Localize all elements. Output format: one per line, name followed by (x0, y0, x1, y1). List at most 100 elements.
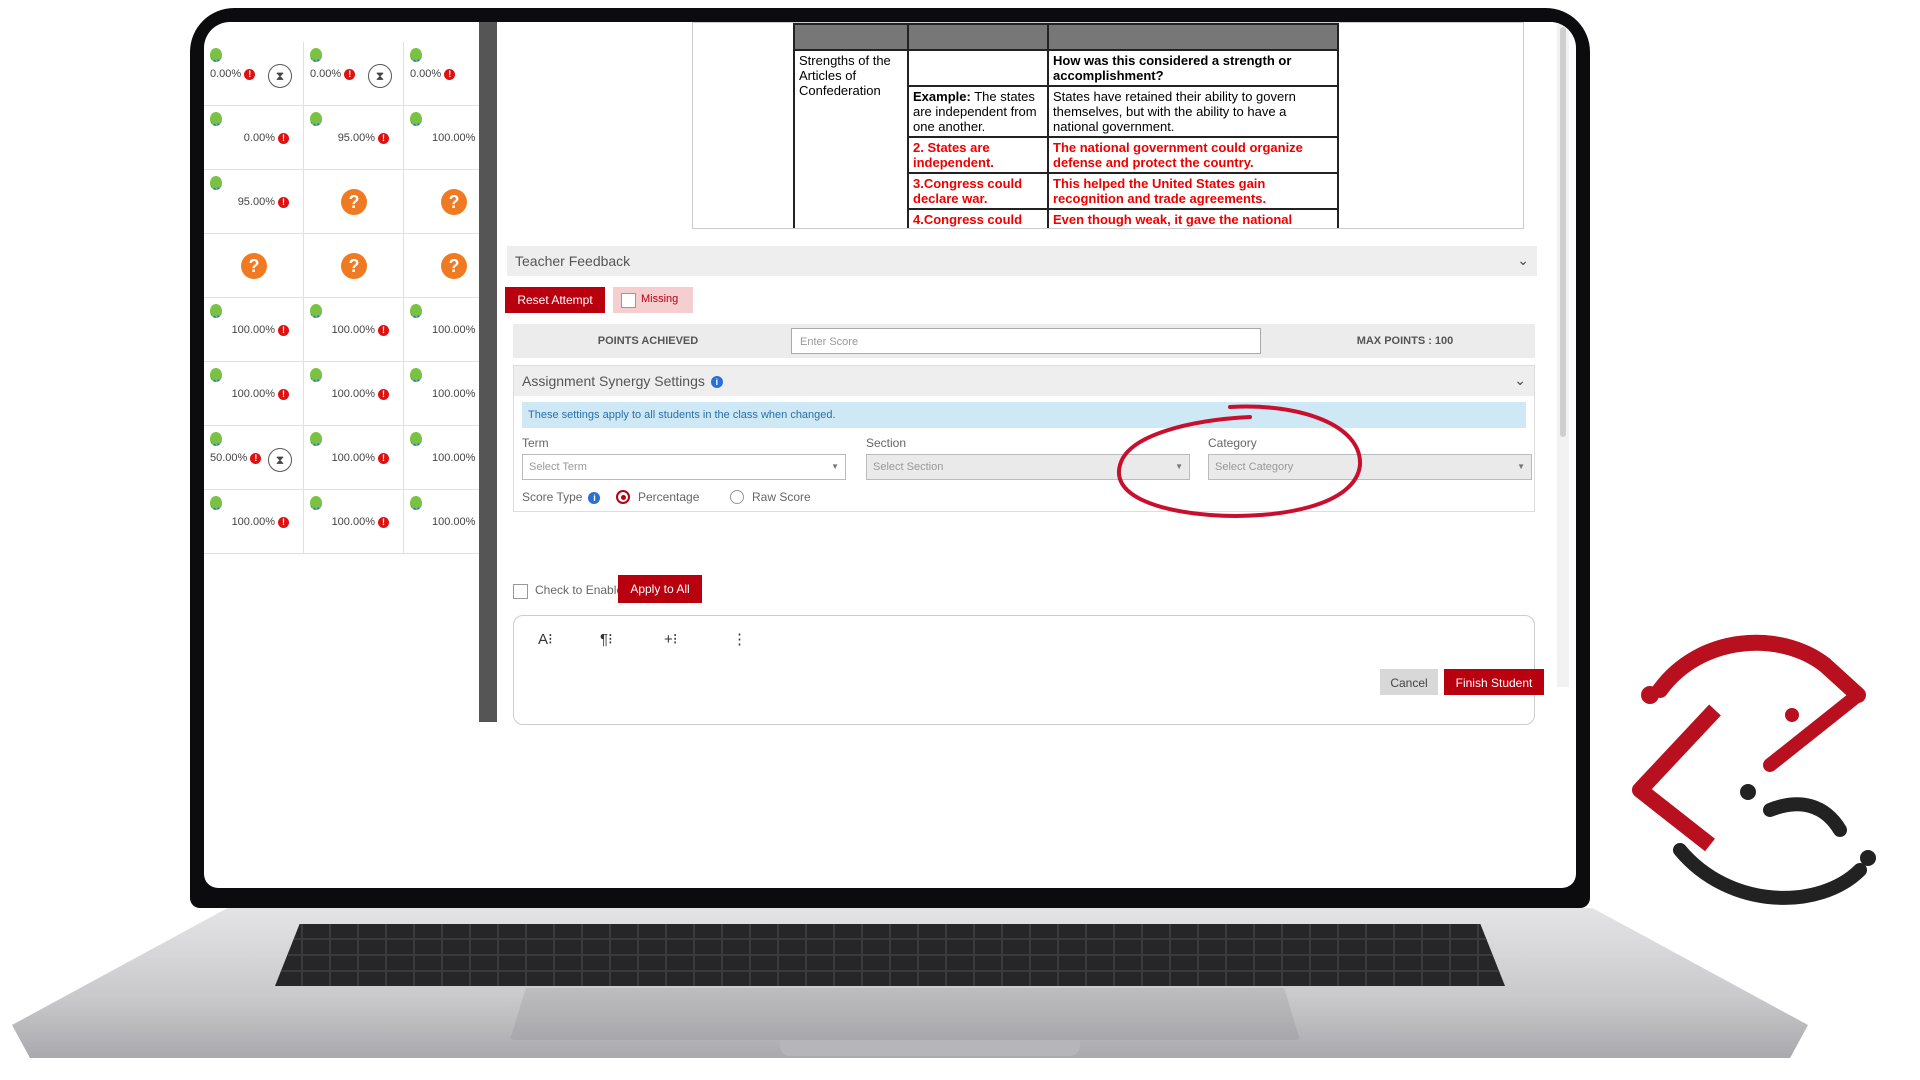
alert-icon: ! (378, 324, 389, 336)
status-check-icon (210, 304, 222, 318)
term-label: Term (522, 436, 549, 450)
status-check-icon (410, 304, 422, 318)
settings-note: These settings apply to all students in … (522, 402, 1526, 428)
laptop-keyboard (275, 924, 1505, 986)
info-icon[interactable]: i (710, 376, 723, 389)
status-check-icon (410, 112, 422, 126)
grid-cell[interactable]: 0.00%! ⧗ (304, 42, 404, 106)
example-prefix: Example: (913, 89, 971, 104)
grid-cell[interactable]: 95.00%! (204, 170, 304, 234)
status-check-icon (310, 496, 322, 510)
vertical-scrollbar[interactable] (1557, 22, 1569, 687)
term-select-value: Select Term (529, 461, 587, 473)
grading-panel: Strengths of the Articles of Confederati… (497, 22, 1557, 725)
reset-attempt-button[interactable]: Reset Attempt (505, 287, 605, 313)
status-check-icon (210, 368, 222, 382)
status-check-icon (410, 496, 422, 510)
grid-value: 100.00% (432, 324, 476, 336)
alert-icon: ! (378, 452, 389, 464)
grid-cell[interactable]: 50.00%! ⧗ (204, 426, 304, 490)
grid-value: 0.00% (310, 68, 342, 80)
raw-score-label: Raw Score (752, 490, 811, 504)
font-format-icon[interactable]: A⁝ (538, 630, 553, 648)
question-icon: ? (341, 189, 367, 215)
status-check-icon (210, 496, 222, 510)
alert-icon: ! (344, 68, 356, 80)
example-answer: States have retained their ability to go… (1047, 85, 1339, 138)
answer-2: The national government could organize d… (1047, 136, 1339, 174)
grid-cell[interactable]: ? (304, 170, 404, 234)
score-input[interactable]: Enter Score (791, 328, 1261, 354)
apply-to-all-button[interactable]: Apply to All (618, 575, 702, 603)
student-document: Strengths of the Articles of Confederati… (692, 22, 1524, 229)
scrollbar-thumb[interactable] (1560, 27, 1566, 437)
term-select[interactable]: Select Term ▼ (522, 454, 846, 480)
grid-cell[interactable]: 95.00%! (304, 106, 404, 170)
grid-value: 100.00% (231, 516, 275, 528)
strength-4: 4.Congress could make treaties with (907, 208, 1049, 228)
grid-value: 100.00% (331, 388, 375, 400)
alert-icon: ! (278, 324, 289, 336)
question-icon: ? (241, 253, 267, 279)
check-to-enable-label: Check to Enable (535, 583, 624, 597)
cancel-button[interactable]: Cancel (1380, 669, 1438, 695)
brand-logo (1632, 634, 1876, 905)
grid-cell[interactable]: 100.00%! (204, 362, 304, 426)
alert-icon: ! (444, 68, 456, 80)
score-type-label: Score Type (522, 490, 583, 504)
grid-cell[interactable]: 0.00%! (204, 106, 304, 170)
status-check-icon (310, 368, 322, 382)
grid-cell[interactable]: 100.00%! (204, 490, 304, 554)
percentage-radio[interactable] (616, 490, 630, 504)
more-options-icon[interactable]: ⋮ (732, 630, 747, 648)
grid-value: 50.00% (210, 452, 248, 464)
grid-cell[interactable]: 100.00%! (304, 298, 404, 362)
grid-value: 0.00% (243, 132, 275, 144)
grid-value: 0.00% (210, 68, 242, 80)
max-points-label: MAX POINTS : 100 (1356, 335, 1454, 347)
points-achieved-label: POINTS ACHIEVED (597, 335, 699, 347)
grid-value: 100.00% (432, 452, 476, 464)
grid-cell[interactable]: 100.00%! (304, 426, 404, 490)
grid-value: 100.00% (331, 452, 375, 464)
raw-score-radio[interactable] (730, 490, 744, 504)
grid-cell[interactable]: 100.00%! (304, 490, 404, 554)
insert-icon[interactable]: +⁝ (664, 630, 678, 648)
question-icon: ? (441, 189, 467, 215)
status-check-icon (210, 112, 222, 126)
status-check-icon (310, 48, 322, 62)
finish-student-button[interactable]: Finish Student (1444, 669, 1544, 695)
grid-value: 100.00% (432, 388, 476, 400)
missing-toggle[interactable]: Missing (613, 287, 693, 313)
info-icon[interactable]: i (588, 491, 601, 504)
gradebook-grid: 0.00%! ⧗ 0.00%! ⧗ 0.00%! 0.00%! 95.00%! 10… (204, 22, 504, 722)
teacher-feedback-header[interactable]: Teacher Feedback ⌄ (507, 246, 1537, 276)
paragraph-format-icon[interactable]: ¶⁝ (600, 630, 613, 648)
row-label-cell: Strengths of the Articles of Confederati… (793, 49, 909, 228)
column-header: How was this considered a strength or ac… (1047, 49, 1339, 87)
dropdown-arrow-icon: ▼ (831, 462, 839, 471)
grid-cell[interactable]: 0.00%! ⧗ (204, 42, 304, 106)
grid-cell[interactable]: ? (204, 234, 304, 298)
grid-value: 100.00% (331, 516, 375, 528)
alert-icon: ! (278, 132, 289, 144)
status-check-icon (310, 432, 322, 446)
annotation-circle (1116, 404, 1363, 518)
alert-icon: ! (250, 452, 262, 464)
hourglass-icon: ⧗ (268, 448, 292, 472)
status-check-icon (310, 304, 322, 318)
alert-icon: ! (278, 388, 289, 400)
grid-cell[interactable]: 100.00%! (304, 362, 404, 426)
missing-checkbox[interactable] (621, 293, 636, 308)
chevron-down-icon[interactable]: ⌄ (1514, 372, 1526, 389)
alert-icon: ! (378, 132, 389, 144)
panel-divider[interactable] (479, 22, 497, 722)
alert-icon: ! (278, 516, 289, 528)
alert-icon: ! (278, 196, 289, 208)
synergy-settings-header[interactable]: Assignment Synergy Settings i ⌄ (514, 366, 1534, 396)
check-to-enable-checkbox[interactable] (513, 584, 528, 599)
chevron-down-icon[interactable]: ⌄ (1517, 252, 1529, 269)
grid-cell[interactable]: ? (304, 234, 404, 298)
question-icon: ? (441, 253, 467, 279)
grid-cell[interactable]: 100.00%! (204, 298, 304, 362)
